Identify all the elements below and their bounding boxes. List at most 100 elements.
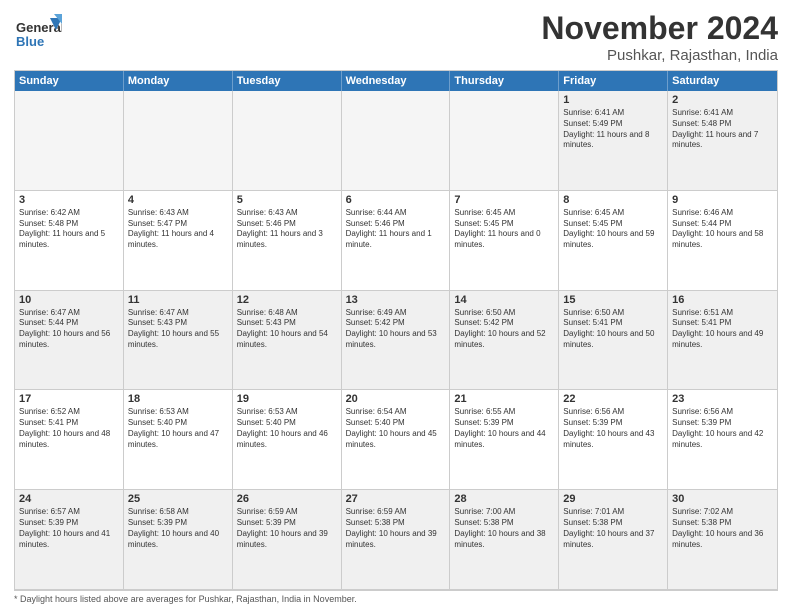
day-number: 7 — [454, 194, 554, 206]
header-thursday: Thursday — [450, 71, 559, 91]
month-title: November 2024 — [541, 10, 778, 47]
calendar-cell: 9 Sunrise: 6:46 AMSunset: 5:44 PMDaylight… — [668, 191, 777, 291]
calendar-cell: 11 Sunrise: 6:47 AMSunset: 5:43 PMDayligh… — [124, 291, 233, 391]
day-info: Sunrise: 6:58 AMSunset: 5:39 PMDaylight:… — [128, 507, 228, 550]
day-number: 3 — [19, 194, 119, 206]
day-number: 15 — [563, 294, 663, 306]
header-tuesday: Tuesday — [233, 71, 342, 91]
calendar: Sunday Monday Tuesday Wednesday Thursday… — [14, 70, 778, 591]
day-info: Sunrise: 6:44 AMSunset: 5:46 PMDaylight:… — [346, 208, 446, 251]
day-number: 8 — [563, 194, 663, 206]
header-sunday: Sunday — [15, 71, 124, 91]
calendar-cell — [15, 91, 124, 191]
calendar-cell: 7 Sunrise: 6:45 AMSunset: 5:45 PMDaylight… — [450, 191, 559, 291]
day-number: 23 — [672, 393, 773, 405]
day-info: Sunrise: 6:45 AMSunset: 5:45 PMDaylight:… — [454, 208, 554, 251]
day-info: Sunrise: 6:56 AMSunset: 5:39 PMDaylight:… — [563, 407, 663, 450]
calendar-cell: 19 Sunrise: 6:53 AMSunset: 5:40 PMDayligh… — [233, 390, 342, 490]
day-info: Sunrise: 7:02 AMSunset: 5:38 PMDaylight:… — [672, 507, 773, 550]
day-info: Sunrise: 6:47 AMSunset: 5:44 PMDaylight:… — [19, 308, 119, 351]
header-wednesday: Wednesday — [342, 71, 451, 91]
calendar-cell: 21 Sunrise: 6:55 AMSunset: 5:39 PMDayligh… — [450, 390, 559, 490]
day-number: 6 — [346, 194, 446, 206]
day-number: 26 — [237, 493, 337, 505]
day-info: Sunrise: 7:00 AMSunset: 5:38 PMDaylight:… — [454, 507, 554, 550]
header-monday: Monday — [124, 71, 233, 91]
calendar-cell: 10 Sunrise: 6:47 AMSunset: 5:44 PMDayligh… — [15, 291, 124, 391]
day-number: 2 — [672, 94, 773, 106]
calendar-cell: 1Sunrise: 6:41 AMSunset: 5:49 PMDaylight… — [559, 91, 668, 191]
day-info: Sunrise: 6:41 AMSunset: 5:48 PMDaylight:… — [672, 108, 773, 151]
calendar-grid: 1Sunrise: 6:41 AMSunset: 5:49 PMDaylight… — [15, 91, 777, 590]
calendar-cell: 12Sunrise: 6:48 AMSunset: 5:43 PMDayligh… — [233, 291, 342, 391]
day-info: Sunrise: 6:59 AMSunset: 5:38 PMDaylight:… — [346, 507, 446, 550]
top-section: General Blue November 2024 Pushkar, Raja… — [14, 10, 778, 64]
calendar-header: Sunday Monday Tuesday Wednesday Thursday… — [15, 71, 777, 91]
day-info: Sunrise: 6:41 AMSunset: 5:49 PMDaylight:… — [563, 108, 663, 151]
day-number: 20 — [346, 393, 446, 405]
calendar-cell: 24 Sunrise: 6:57 AMSunset: 5:39 PMDayligh… — [15, 490, 124, 590]
calendar-cell: 26 Sunrise: 6:59 AMSunset: 5:39 PMDayligh… — [233, 490, 342, 590]
day-info: Sunrise: 6:42 AMSunset: 5:48 PMDaylight:… — [19, 208, 119, 251]
day-number: 4 — [128, 194, 228, 206]
calendar-cell: 17 Sunrise: 6:52 AMSunset: 5:41 PMDayligh… — [15, 390, 124, 490]
header-friday: Friday — [559, 71, 668, 91]
day-info: Sunrise: 6:54 AMSunset: 5:40 PMDaylight:… — [346, 407, 446, 450]
calendar-cell: 16 Sunrise: 6:51 AMSunset: 5:41 PMDayligh… — [668, 291, 777, 391]
calendar-cell — [342, 91, 451, 191]
day-info: Sunrise: 6:50 AMSunset: 5:42 PMDaylight:… — [454, 308, 554, 351]
day-number: 24 — [19, 493, 119, 505]
calendar-cell — [233, 91, 342, 191]
calendar-cell: 20 Sunrise: 6:54 AMSunset: 5:40 PMDayligh… — [342, 390, 451, 490]
calendar-cell: 18 Sunrise: 6:53 AMSunset: 5:40 PMDayligh… — [124, 390, 233, 490]
day-number: 21 — [454, 393, 554, 405]
day-info: Sunrise: 6:57 AMSunset: 5:39 PMDaylight:… — [19, 507, 119, 550]
logo-icon: General Blue — [14, 10, 62, 50]
calendar-cell: 23 Sunrise: 6:56 AMSunset: 5:39 PMDayligh… — [668, 390, 777, 490]
calendar-cell: 22 Sunrise: 6:56 AMSunset: 5:39 PMDayligh… — [559, 390, 668, 490]
header-saturday: Saturday — [668, 71, 777, 91]
calendar-cell: 15 Sunrise: 6:50 AMSunset: 5:41 PMDayligh… — [559, 291, 668, 391]
calendar-cell: 6 Sunrise: 6:44 AMSunset: 5:46 PMDaylight… — [342, 191, 451, 291]
calendar-cell: 30Sunrise: 7:02 AMSunset: 5:38 PMDayligh… — [668, 490, 777, 590]
day-info: Sunrise: 6:53 AMSunset: 5:40 PMDaylight:… — [128, 407, 228, 450]
calendar-cell — [450, 91, 559, 191]
day-info: Sunrise: 6:46 AMSunset: 5:44 PMDaylight:… — [672, 208, 773, 251]
day-info: Sunrise: 6:51 AMSunset: 5:41 PMDaylight:… — [672, 308, 773, 351]
day-number: 25 — [128, 493, 228, 505]
day-info: Sunrise: 6:43 AMSunset: 5:46 PMDaylight:… — [237, 208, 337, 251]
day-number: 14 — [454, 294, 554, 306]
day-number: 22 — [563, 393, 663, 405]
footer-note: * Daylight hours listed above are averag… — [14, 594, 778, 604]
day-info: Sunrise: 6:59 AMSunset: 5:39 PMDaylight:… — [237, 507, 337, 550]
day-info: Sunrise: 6:47 AMSunset: 5:43 PMDaylight:… — [128, 308, 228, 351]
day-number: 13 — [346, 294, 446, 306]
day-number: 28 — [454, 493, 554, 505]
day-info: Sunrise: 6:55 AMSunset: 5:39 PMDaylight:… — [454, 407, 554, 450]
day-number: 10 — [19, 294, 119, 306]
day-number: 27 — [346, 493, 446, 505]
day-number: 16 — [672, 294, 773, 306]
day-number: 11 — [128, 294, 228, 306]
day-info: Sunrise: 6:52 AMSunset: 5:41 PMDaylight:… — [19, 407, 119, 450]
calendar-cell: 2 Sunrise: 6:41 AMSunset: 5:48 PMDaylight… — [668, 91, 777, 191]
day-info: Sunrise: 6:49 AMSunset: 5:42 PMDaylight:… — [346, 308, 446, 351]
location: Pushkar, Rajasthan, India — [541, 47, 778, 64]
title-section: November 2024 Pushkar, Rajasthan, India — [541, 10, 778, 64]
day-info: Sunrise: 6:43 AMSunset: 5:47 PMDaylight:… — [128, 208, 228, 251]
day-number: 18 — [128, 393, 228, 405]
calendar-cell: 8 Sunrise: 6:45 AMSunset: 5:45 PMDaylight… — [559, 191, 668, 291]
day-info: Sunrise: 6:53 AMSunset: 5:40 PMDaylight:… — [237, 407, 337, 450]
logo: General Blue — [14, 10, 62, 50]
day-info: Sunrise: 6:56 AMSunset: 5:39 PMDaylight:… — [672, 407, 773, 450]
day-info: Sunrise: 6:50 AMSunset: 5:41 PMDaylight:… — [563, 308, 663, 351]
day-number: 19 — [237, 393, 337, 405]
calendar-cell: 13 Sunrise: 6:49 AMSunset: 5:42 PMDayligh… — [342, 291, 451, 391]
day-number: 9 — [672, 194, 773, 206]
day-number: 29 — [563, 493, 663, 505]
day-info: Sunrise: 6:45 AMSunset: 5:45 PMDaylight:… — [563, 208, 663, 251]
calendar-cell — [124, 91, 233, 191]
day-number: 17 — [19, 393, 119, 405]
calendar-cell: 4 Sunrise: 6:43 AMSunset: 5:47 PMDaylight… — [124, 191, 233, 291]
calendar-cell: 28 Sunrise: 7:00 AMSunset: 5:38 PMDayligh… — [450, 490, 559, 590]
